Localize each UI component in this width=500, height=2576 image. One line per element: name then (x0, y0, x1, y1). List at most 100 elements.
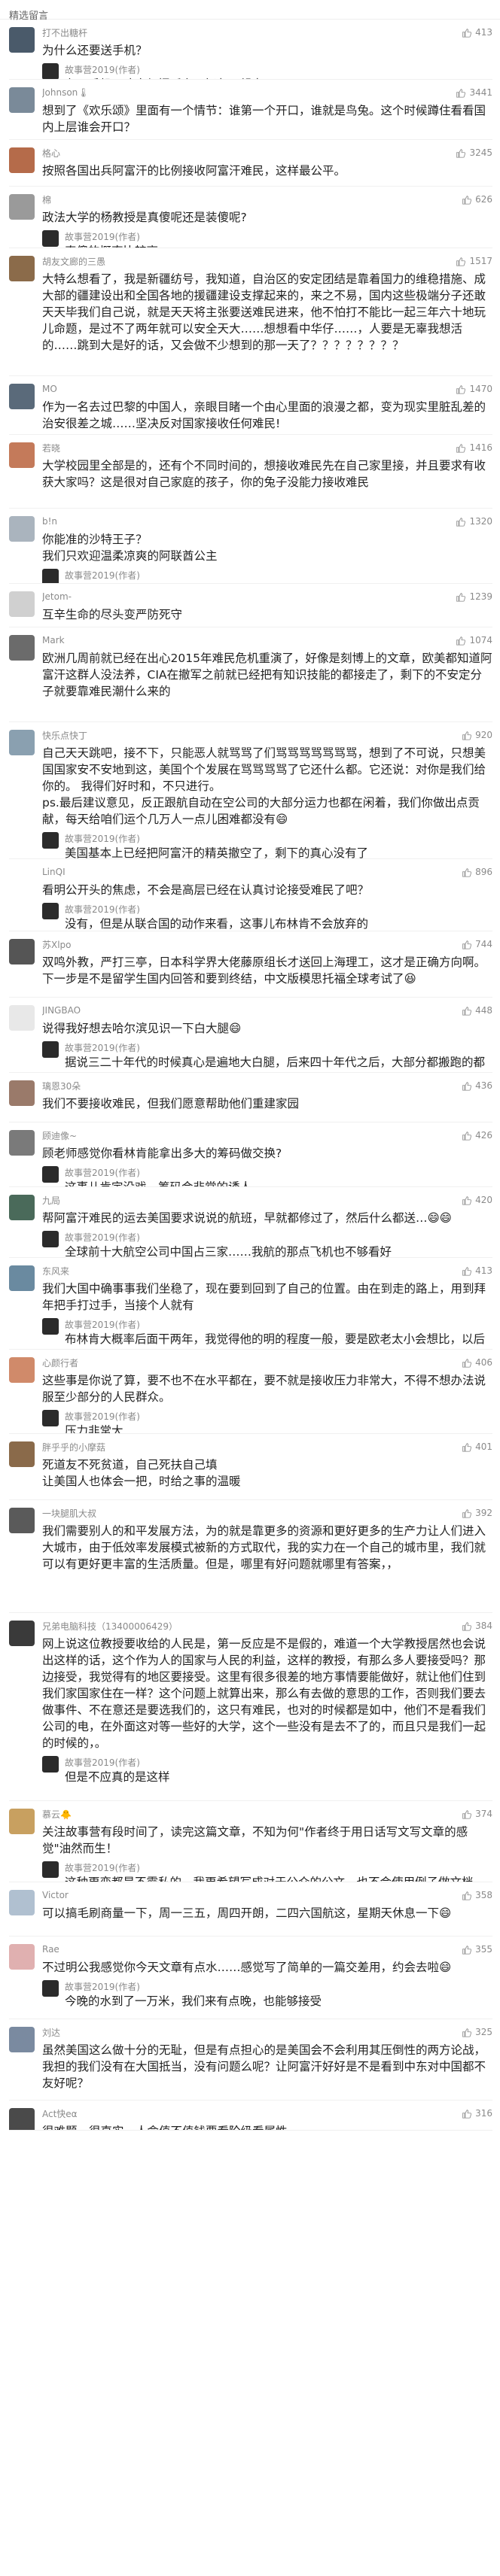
comment-username[interactable]: Victor (42, 1890, 69, 1900)
comment-text: 虽然美国这么做十分的无耻，但是有点担心的是美国会不会利用其压倒性的两方论战，我担… (42, 2043, 486, 2090)
like-button[interactable]: 358 (462, 1890, 492, 1900)
avatar[interactable] (9, 730, 35, 755)
comment-username[interactable]: 苏Xlpo (42, 938, 72, 951)
avatar[interactable] (9, 1508, 35, 1533)
comment-username[interactable]: LinQI (42, 867, 66, 877)
thumb-up-icon (456, 384, 466, 394)
comment-username[interactable]: 刘达 (42, 2026, 60, 2039)
comment-username[interactable]: 兄弟电脑科技（13400006429） (42, 1620, 178, 1633)
like-button[interactable]: 1416 (456, 442, 492, 453)
avatar[interactable] (9, 27, 35, 53)
like-button[interactable]: 426 (462, 1130, 492, 1141)
comment-username[interactable]: 格心 (42, 147, 60, 159)
like-button[interactable]: 413 (462, 27, 492, 38)
like-button[interactable]: 626 (462, 194, 492, 205)
reply-text: 没有，但是从联合国的动作来看，这事儿布林肯不会放弃的 (65, 917, 369, 931)
reply-text: 全球前十大航空公司中国占三家……我航的那点飞机也不够看好 (65, 1245, 392, 1258)
comment-username[interactable]: Mark (42, 635, 65, 646)
comment-username[interactable]: 璃恩30朵 (42, 1080, 81, 1092)
avatar[interactable] (9, 2108, 35, 2130)
like-button[interactable]: 744 (462, 939, 492, 949)
like-button[interactable]: 3441 (456, 87, 492, 98)
comment-username[interactable]: MO (42, 384, 57, 394)
comment-username[interactable]: Act快eα (42, 2107, 78, 2120)
avatar[interactable] (9, 1265, 35, 1291)
avatar[interactable] (9, 2027, 35, 2052)
like-button[interactable]: 316 (462, 2108, 492, 2119)
thumb-up-icon (456, 517, 466, 527)
avatar[interactable] (9, 1809, 35, 1834)
like-button[interactable]: 325 (462, 2027, 492, 2037)
avatar[interactable] (9, 1890, 35, 1915)
comment-text: 说得我好想去哈尔滨见识一下白大腿😄 (42, 1022, 242, 1035)
comment-header: 九局 420 (42, 1194, 492, 1206)
comment-username[interactable]: 东风来 (42, 1265, 69, 1277)
avatar[interactable] (9, 1357, 35, 1383)
avatar[interactable] (9, 591, 35, 617)
avatar[interactable] (9, 1621, 35, 1646)
avatar[interactable] (9, 939, 35, 964)
like-button[interactable]: 392 (462, 1508, 492, 1518)
comment-text: 互辛生命的尽头变严防死守 (42, 608, 183, 621)
comment-username[interactable]: Jetom- (42, 591, 72, 602)
like-button[interactable]: 1470 (456, 384, 492, 394)
comment-username[interactable]: Johnson🌡 (42, 87, 90, 98)
avatar[interactable] (9, 1130, 35, 1156)
like-button[interactable]: 401 (462, 1441, 492, 1452)
author-avatar (42, 1980, 59, 1997)
avatar[interactable] (9, 256, 35, 281)
like-button[interactable]: 374 (462, 1809, 492, 1819)
like-button[interactable]: 384 (462, 1621, 492, 1631)
like-button[interactable]: 3245 (456, 147, 492, 158)
like-button[interactable]: 436 (462, 1080, 492, 1091)
avatar[interactable] (9, 516, 35, 542)
avatar[interactable] (9, 1080, 35, 1106)
avatar[interactable] (9, 867, 35, 892)
like-button[interactable]: 1517 (456, 256, 492, 266)
comment-username[interactable]: 棉 (42, 193, 51, 206)
avatar[interactable] (9, 384, 35, 409)
comment-username[interactable]: 打不出糖杆 (42, 26, 87, 39)
like-button[interactable]: 920 (462, 730, 492, 740)
avatar[interactable] (9, 1441, 35, 1467)
like-button[interactable]: 896 (462, 867, 492, 877)
comment-username[interactable]: 若晓 (42, 442, 60, 454)
comment-username[interactable]: 快乐点快丁 (42, 729, 87, 742)
like-button[interactable]: 1074 (456, 635, 492, 646)
comment-username[interactable]: 九局 (42, 1194, 60, 1207)
avatar[interactable] (9, 1944, 35, 1970)
comment-username[interactable]: 一块腿肌大叔 (42, 1507, 96, 1520)
like-button[interactable]: 1239 (456, 591, 492, 602)
avatar[interactable] (9, 87, 35, 113)
thumb-up-icon (462, 1945, 472, 1955)
avatar[interactable] (9, 1005, 35, 1031)
like-button[interactable]: 413 (462, 1265, 492, 1276)
comment-username[interactable]: 顾迪像~ (42, 1129, 77, 1142)
avatar[interactable] (9, 147, 35, 173)
comment-username[interactable]: Rae (42, 1944, 59, 1955)
avatar[interactable] (9, 442, 35, 468)
like-count: 355 (475, 1944, 492, 1955)
comment-header: MO 1470 (42, 383, 492, 395)
avatar[interactable] (9, 194, 35, 220)
comment-username[interactable]: 心颜行者 (42, 1356, 78, 1369)
avatar[interactable] (9, 1195, 35, 1220)
like-button[interactable]: 448 (462, 1005, 492, 1016)
comment-username[interactable]: 胖乎乎的小摩菇 (42, 1441, 105, 1454)
comment-text: 关注故事营有段时间了，读完这篇文章，不知为何"作者终于用日话写文写文章的感觉"油… (42, 1825, 468, 1855)
comment-header: 胖乎乎的小摩菇 401 (42, 1441, 492, 1453)
like-button[interactable]: 420 (462, 1195, 492, 1205)
like-button[interactable]: 1320 (456, 516, 492, 527)
comment-username[interactable]: 慕云🐥 (42, 1808, 72, 1821)
comment-username[interactable]: 胡友文廊的三愚 (42, 255, 105, 268)
author-avatar (42, 1410, 59, 1426)
comment-username[interactable]: b!n (42, 516, 57, 527)
like-button[interactable]: 355 (462, 1944, 492, 1955)
like-button[interactable]: 406 (462, 1357, 492, 1368)
comment-body: Jetom- 1239 互辛生命的尽头变严防死守 (42, 584, 492, 627)
avatar[interactable] (9, 635, 35, 661)
comment-body: 苏Xlpo 744 双鸣外教，严打三亭，日本科学界大佬藤原组长才送回上海理工，这才是… (42, 931, 492, 997)
thumb-up-icon (456, 592, 466, 602)
thumb-up-icon (462, 1891, 472, 1900)
comment-username[interactable]: JINGBAO (42, 1005, 81, 1016)
